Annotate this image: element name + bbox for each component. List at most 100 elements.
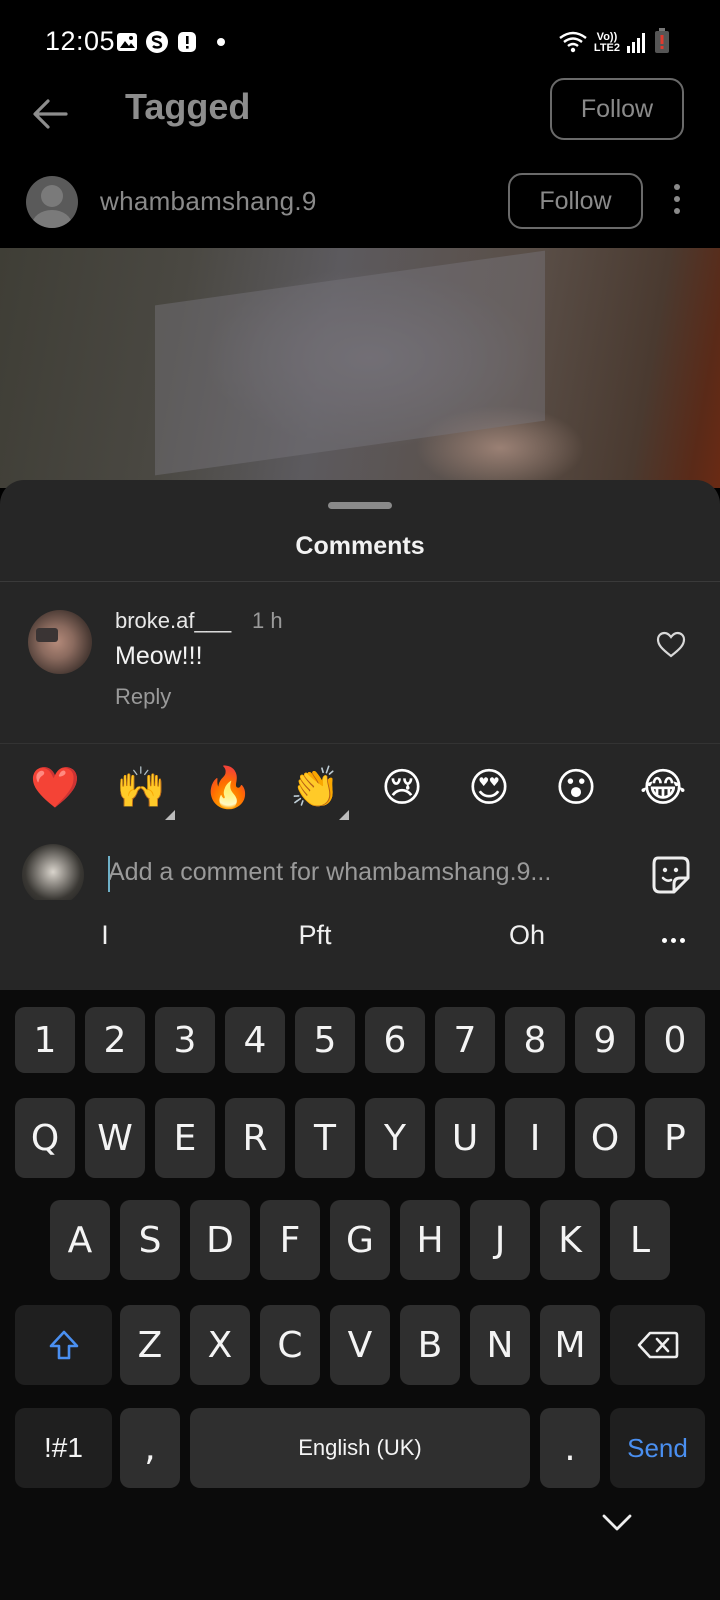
key-y[interactable]: Y bbox=[365, 1098, 425, 1178]
emoji-crying[interactable]: 😢 bbox=[374, 760, 430, 816]
key-x[interactable]: X bbox=[190, 1305, 250, 1385]
key-o[interactable]: O bbox=[575, 1098, 635, 1178]
key-a[interactable]: A bbox=[50, 1200, 110, 1280]
emoji-laughing[interactable]: 😂 bbox=[635, 760, 691, 816]
notification-dot bbox=[217, 38, 225, 46]
s-app-icon bbox=[146, 31, 168, 53]
key-f[interactable]: F bbox=[260, 1200, 320, 1280]
key-4[interactable]: 4 bbox=[225, 1007, 285, 1073]
quick-emoji-row: ❤️ 🙌 🔥 👏 😢 😍 😮 😂 bbox=[0, 760, 720, 830]
reply-button[interactable]: Reply bbox=[115, 684, 171, 710]
emoji-surprised[interactable]: 😮 bbox=[548, 760, 604, 816]
text-caret bbox=[108, 856, 110, 892]
key-l[interactable]: L bbox=[610, 1200, 670, 1280]
shift-arrow-icon bbox=[49, 1330, 78, 1360]
suggestion-1[interactable]: I bbox=[5, 920, 205, 951]
suggestion-2[interactable]: Pft bbox=[215, 920, 415, 951]
emoji-clapping-glyph: 👏 bbox=[290, 765, 340, 811]
emoji-raising-hands[interactable]: 🙌 bbox=[113, 760, 175, 820]
divider bbox=[0, 743, 720, 744]
page-title: Tagged bbox=[125, 86, 251, 127]
key-9[interactable]: 9 bbox=[575, 1007, 635, 1073]
backspace-key[interactable] bbox=[610, 1305, 705, 1385]
signal-icon bbox=[627, 33, 645, 53]
key-g[interactable]: G bbox=[330, 1200, 390, 1280]
backspace-icon bbox=[637, 1331, 678, 1359]
battery-low-icon bbox=[655, 28, 669, 53]
top-header: Tagged Follow bbox=[0, 78, 720, 160]
status-time: 12:05 bbox=[45, 26, 116, 56]
suggestion-3[interactable]: Oh bbox=[427, 920, 627, 951]
symbols-key[interactable]: !#1 bbox=[15, 1408, 112, 1488]
emoji-heart-eyes[interactable]: 😍 bbox=[461, 760, 517, 816]
post-author-row: whambamshang.9 Follow bbox=[0, 160, 720, 248]
like-heart-icon[interactable] bbox=[656, 630, 686, 660]
hide-keyboard-chevron-icon[interactable] bbox=[600, 1510, 634, 1534]
key-r[interactable]: R bbox=[225, 1098, 285, 1178]
gallery-icon bbox=[117, 33, 137, 51]
key-6[interactable]: 6 bbox=[365, 1007, 425, 1073]
key-q[interactable]: Q bbox=[15, 1098, 75, 1178]
key-k[interactable]: K bbox=[540, 1200, 600, 1280]
author-follow-button[interactable]: Follow bbox=[508, 173, 643, 229]
sticker-icon[interactable] bbox=[650, 854, 692, 896]
key-0[interactable]: 0 bbox=[645, 1007, 705, 1073]
onscreen-keyboard: I Pft Oh 1 2 3 4 5 6 7 8 9 0 Q W E R T Y… bbox=[0, 900, 720, 1600]
key-8[interactable]: 8 bbox=[505, 1007, 565, 1073]
emoji-clapping[interactable]: 👏 bbox=[287, 760, 349, 820]
author-username[interactable]: whambamshang.9 bbox=[100, 186, 317, 217]
comma-key[interactable]: , bbox=[120, 1408, 180, 1488]
key-u[interactable]: U bbox=[435, 1098, 495, 1178]
status-bar: 12:05 Vo)) LTE2 bbox=[0, 0, 720, 80]
my-avatar bbox=[22, 844, 84, 906]
back-arrow-icon[interactable] bbox=[28, 92, 72, 136]
suggestions-more-icon[interactable] bbox=[662, 938, 685, 943]
more-options-icon[interactable] bbox=[672, 184, 682, 220]
key-h[interactable]: H bbox=[400, 1200, 460, 1280]
sheet-drag-handle[interactable] bbox=[328, 502, 392, 509]
key-z[interactable]: Z bbox=[120, 1305, 180, 1385]
key-b[interactable]: B bbox=[400, 1305, 460, 1385]
wifi-icon bbox=[559, 31, 587, 53]
emoji-heart[interactable]: ❤️ bbox=[27, 760, 83, 816]
volte-lte2-icon: Vo)) LTE2 bbox=[594, 32, 620, 54]
emoji-fire[interactable]: 🔥 bbox=[200, 760, 256, 816]
comment-username[interactable]: broke.af___ bbox=[115, 608, 231, 634]
key-1[interactable]: 1 bbox=[15, 1007, 75, 1073]
post-media-image[interactable] bbox=[0, 248, 720, 488]
commenter-avatar[interactable] bbox=[28, 610, 92, 674]
lte-label: LTE2 bbox=[593, 42, 620, 54]
comment-timestamp: 1 h bbox=[252, 608, 283, 633]
key-e[interactable]: E bbox=[155, 1098, 215, 1178]
comment-input[interactable]: Add a comment for whambamshang.9... bbox=[108, 858, 608, 898]
sheet-title: Comments bbox=[295, 532, 425, 560]
key-2[interactable]: 2 bbox=[85, 1007, 145, 1073]
key-3[interactable]: 3 bbox=[155, 1007, 215, 1073]
suggestion-bar: I Pft Oh bbox=[0, 900, 720, 990]
emoji-raising-hands-glyph: 🙌 bbox=[116, 765, 166, 811]
key-j[interactable]: J bbox=[470, 1200, 530, 1280]
header-follow-button[interactable]: Follow bbox=[550, 78, 684, 140]
key-t[interactable]: T bbox=[295, 1098, 355, 1178]
alert-icon bbox=[178, 32, 196, 52]
key-v[interactable]: V bbox=[330, 1305, 390, 1385]
key-m[interactable]: M bbox=[540, 1305, 600, 1385]
key-7[interactable]: 7 bbox=[435, 1007, 495, 1073]
key-w[interactable]: W bbox=[85, 1098, 145, 1178]
author-avatar[interactable] bbox=[26, 176, 78, 228]
comment-composer: Add a comment for whambamshang.9... bbox=[0, 830, 720, 910]
key-n[interactable]: N bbox=[470, 1305, 530, 1385]
key-d[interactable]: D bbox=[190, 1200, 250, 1280]
key-5[interactable]: 5 bbox=[295, 1007, 355, 1073]
comment-item: broke.af___ 1 h Meow!!! Reply bbox=[0, 590, 720, 720]
key-s[interactable]: S bbox=[120, 1200, 180, 1280]
key-c[interactable]: C bbox=[260, 1305, 320, 1385]
space-key[interactable]: English (UK) bbox=[190, 1408, 530, 1488]
send-key[interactable]: Send bbox=[610, 1408, 705, 1488]
period-key[interactable]: . bbox=[540, 1408, 600, 1488]
comment-text: Meow!!! bbox=[115, 642, 203, 670]
key-i[interactable]: I bbox=[505, 1098, 565, 1178]
shift-key[interactable] bbox=[15, 1305, 112, 1385]
divider bbox=[0, 581, 720, 582]
key-p[interactable]: P bbox=[645, 1098, 705, 1178]
